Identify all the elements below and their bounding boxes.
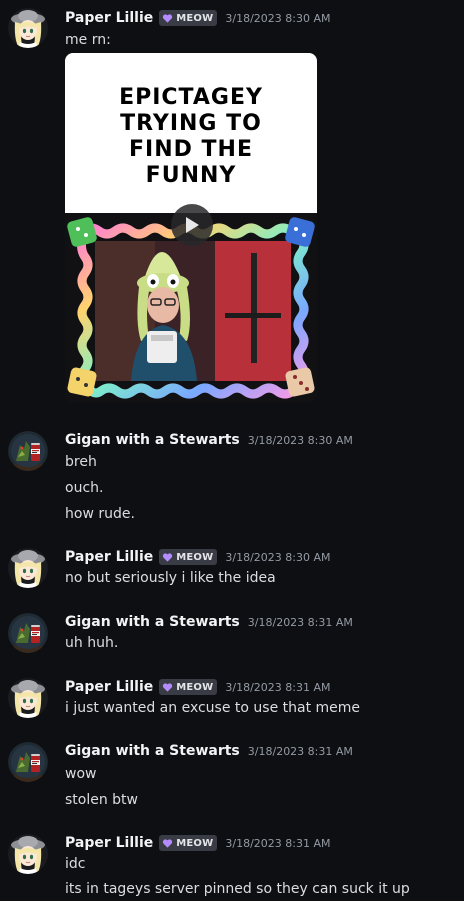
- username[interactable]: Paper Lillie: [65, 679, 153, 695]
- avatar[interactable]: [8, 431, 48, 471]
- timestamp[interactable]: 3/18/2023 8:30 AM: [225, 12, 330, 25]
- server-tag[interactable]: MEOW: [159, 835, 218, 851]
- username[interactable]: Paper Lillie: [65, 10, 153, 26]
- heart-icon: [162, 838, 173, 849]
- message-text: wow: [65, 766, 97, 782]
- message-text: ouch.: [65, 480, 104, 496]
- message-header: Paper Lillie MEOW 3/18/2023 8:31 AM: [65, 677, 331, 697]
- timestamp[interactable]: 3/18/2023 8:31 AM: [225, 681, 330, 694]
- message-text: i just wanted an excuse to use that meme: [65, 700, 361, 716]
- username[interactable]: Gigan with a Stewarts: [65, 432, 240, 448]
- meme-caption: EPICTAGEY TRYING TO FIND THE FUNNY: [119, 85, 263, 188]
- message-text: how rude.: [65, 506, 135, 522]
- heart-icon: [162, 13, 173, 24]
- username[interactable]: Gigan with a Stewarts: [65, 614, 240, 630]
- message-header: Paper Lillie MEOW 3/18/2023 8:30 AM: [65, 547, 331, 567]
- avatar[interactable]: [8, 613, 48, 653]
- username[interactable]: Gigan with a Stewarts: [65, 743, 240, 759]
- message-text: uh huh.: [65, 635, 119, 651]
- avatar[interactable]: [8, 548, 48, 588]
- message-text: me rn:: [65, 32, 111, 48]
- video-attachment[interactable]: EPICTAGEY TRYING TO FIND THE FUNNY: [65, 53, 317, 403]
- message-header: Paper Lillie MEOW 3/18/2023 8:30 AM: [65, 8, 331, 28]
- play-icon: [186, 217, 199, 233]
- server-tag-label: MEOW: [176, 681, 214, 693]
- message-text: stolen btw: [65, 792, 139, 808]
- message-text: no but seriously i like the idea: [65, 570, 276, 586]
- server-tag-label: MEOW: [176, 551, 214, 563]
- message-header: Gigan with a Stewarts 3/18/2023 8:30 AM: [65, 430, 353, 450]
- server-tag[interactable]: MEOW: [159, 10, 218, 26]
- meme-caption-area: EPICTAGEY TRYING TO FIND THE FUNNY: [65, 53, 317, 213]
- avatar[interactable]: [8, 678, 48, 718]
- server-tag[interactable]: MEOW: [159, 679, 218, 695]
- server-tag[interactable]: MEOW: [159, 549, 218, 565]
- timestamp[interactable]: 3/18/2023 8:30 AM: [248, 434, 353, 447]
- server-tag-label: MEOW: [176, 12, 214, 24]
- message-header: Paper Lillie MEOW 3/18/2023 8:31 AM: [65, 833, 331, 853]
- message-text: breh: [65, 454, 97, 470]
- message-text: idc: [65, 856, 86, 872]
- play-button[interactable]: [171, 204, 213, 246]
- message-header: Gigan with a Stewarts 3/18/2023 8:31 AM: [65, 612, 353, 632]
- timestamp[interactable]: 3/18/2023 8:31 AM: [225, 837, 330, 850]
- heart-icon: [162, 682, 173, 693]
- timestamp[interactable]: 3/18/2023 8:31 AM: [248, 616, 353, 629]
- heart-icon: [162, 552, 173, 563]
- timestamp[interactable]: 3/18/2023 8:31 AM: [248, 745, 353, 758]
- message-header: Gigan with a Stewarts 3/18/2023 8:31 AM: [65, 741, 353, 761]
- username[interactable]: Paper Lillie: [65, 835, 153, 851]
- avatar[interactable]: [8, 834, 48, 874]
- timestamp[interactable]: 3/18/2023 8:30 AM: [225, 551, 330, 564]
- message-text: its in tageys server pinned so they can …: [65, 881, 410, 897]
- avatar[interactable]: [8, 742, 48, 782]
- avatar[interactable]: [8, 8, 48, 48]
- server-tag-label: MEOW: [176, 837, 214, 849]
- username[interactable]: Paper Lillie: [65, 549, 153, 565]
